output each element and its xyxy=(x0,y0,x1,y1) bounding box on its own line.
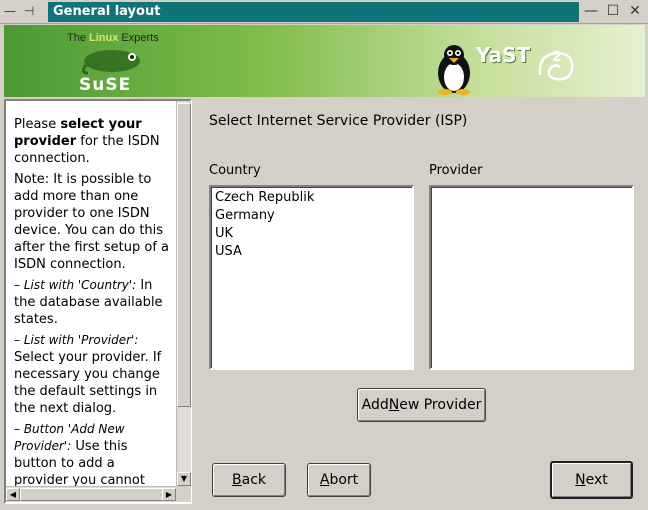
yast-banner: The Linux Experts SuSE YaST 2 xyxy=(4,25,645,97)
provider-list[interactable] xyxy=(429,185,634,370)
abort-button[interactable]: Abort xyxy=(307,463,371,497)
add-new-provider-button[interactable]: Add New Provider xyxy=(357,388,486,422)
page-title: Select Internet Service Provider (ISP) xyxy=(209,113,468,129)
list-item[interactable]: UK xyxy=(215,225,408,243)
close-icon[interactable]: ✕ xyxy=(628,3,642,19)
banner-tagline: The Linux Experts xyxy=(67,32,159,44)
help-vertical-scroll-thumb[interactable] xyxy=(177,103,191,407)
help-horizontal-scrollbar[interactable]: ◀ ▶ xyxy=(6,486,176,502)
back-button[interactable]: Back xyxy=(212,463,286,497)
yast-swirl-logo: 2 xyxy=(538,49,574,81)
help-panel[interactable]: Please select your provider for the ISDN… xyxy=(4,99,192,504)
country-label: Country xyxy=(209,163,261,178)
list-item[interactable]: USA xyxy=(215,243,408,261)
title-bar: — ⊣ General layout — ☐ ✕ xyxy=(0,0,648,24)
help-text: Please select your provider for the ISDN… xyxy=(14,117,170,486)
window-menu-icon[interactable]: — ⊣ xyxy=(4,4,36,18)
scroll-left-arrow-icon[interactable]: ◀ xyxy=(6,488,20,501)
help-vertical-scrollbar[interactable]: ▼ xyxy=(176,101,191,486)
minimize-icon[interactable]: — xyxy=(584,3,598,19)
scroll-right-arrow-icon[interactable]: ▶ xyxy=(162,488,176,501)
provider-label: Provider xyxy=(429,163,483,178)
svg-text:2: 2 xyxy=(552,49,562,65)
suse-logo-text: SuSE xyxy=(79,75,132,95)
next-button[interactable]: Next xyxy=(550,461,633,499)
scroll-down-arrow-icon[interactable]: ▼ xyxy=(177,472,191,486)
maximize-icon[interactable]: ☐ xyxy=(606,3,620,19)
scrollbar-corner xyxy=(176,486,191,502)
list-item[interactable]: Germany xyxy=(215,207,408,225)
help-horizontal-scroll-thumb[interactable] xyxy=(20,488,164,501)
list-item[interactable]: Czech Republik xyxy=(215,189,408,207)
tux-penguin-icon xyxy=(438,45,470,95)
country-list[interactable]: Czech Republik Germany UK USA xyxy=(209,185,414,370)
window-title: General layout xyxy=(48,2,579,22)
yast-logo-text: YaST xyxy=(476,43,531,67)
